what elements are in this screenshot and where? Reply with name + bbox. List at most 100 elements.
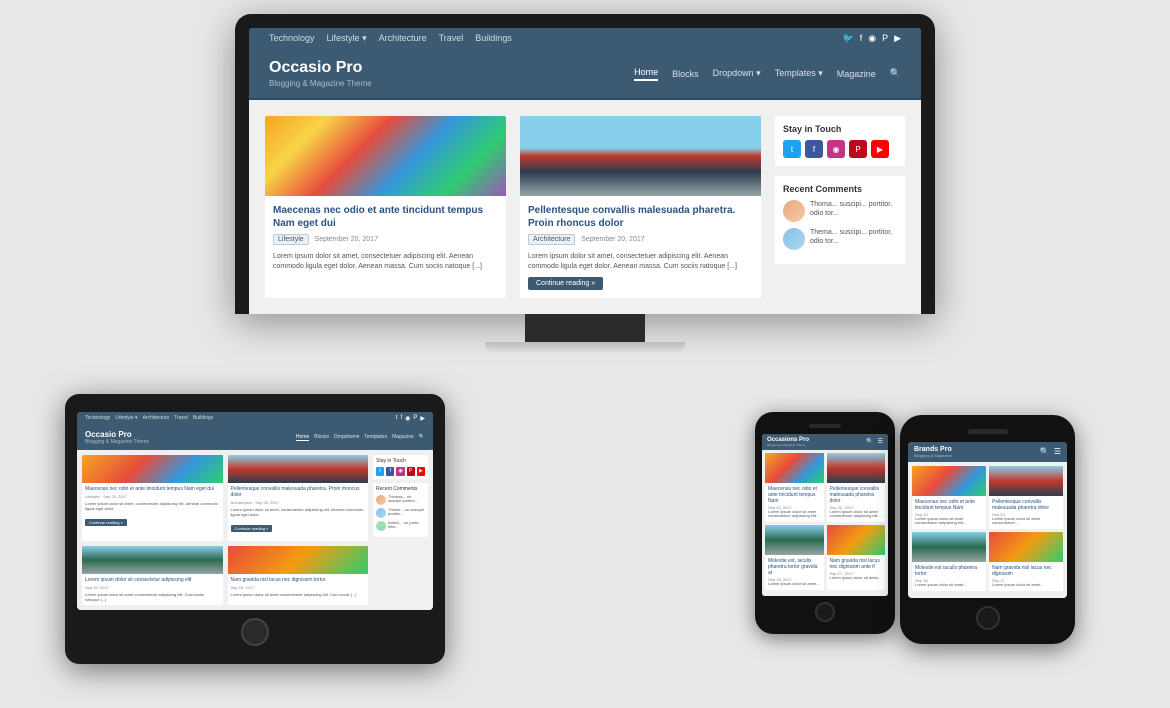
inner-phone-search: 🔍	[866, 438, 873, 445]
t-soc-pin: P	[407, 467, 415, 476]
comment-text-1: Thoma... suscipi... portitor, odio tor..…	[810, 200, 897, 218]
tablet-logo: Occasio Pro	[85, 430, 149, 439]
phone-card-4-text: Lorem ipsum dolor sit amet...	[992, 583, 1060, 588]
tablet-card-3: Lorem ipsum dolor sit consectetur adipis…	[82, 546, 223, 605]
inner-phone-img-4	[827, 525, 886, 555]
pinterest-icon[interactable]: P	[882, 33, 888, 44]
inner-phone-card-1: Maecenas nec odio et ante tincidunt temp…	[765, 453, 824, 523]
topbar-nav-item[interactable]: Travel	[439, 33, 464, 44]
article-2-body: Pellentesque convallis malesuada pharetr…	[520, 196, 761, 298]
phone-card-1: Maecenas nec odio et ante tincidunt temp…	[912, 466, 986, 530]
inner-phone-img-1	[765, 453, 824, 483]
nav-dropdown[interactable]: Dropdown ▾	[713, 68, 761, 79]
nav-templates[interactable]: Templates ▾	[775, 68, 823, 79]
nav-blocks[interactable]: Blocks	[672, 69, 699, 79]
read-more-btn-2[interactable]: Continue reading »	[528, 277, 603, 290]
monitor-screen: Technology Lifestyle ▾ Architecture Trav…	[249, 28, 921, 314]
topbar-nav-item[interactable]: Architecture	[379, 33, 427, 44]
site-logo: Occasio Pro Blogging & Magazine Theme	[269, 59, 372, 88]
topbar-nav-item[interactable]: Lifestyle ▾	[327, 33, 367, 44]
tablet-card-4-body: Nam gravida nisl lacus nec dignissim tor…	[228, 574, 369, 600]
tablet-nav-arch: Architecture	[143, 415, 170, 421]
phone-header-right: 🔍 ☰	[1040, 447, 1061, 456]
phone-card-2-text: Lorem ipsum dolor sit amet consectetuer.…	[992, 517, 1060, 527]
phone-search-icon[interactable]: 🔍	[1040, 447, 1050, 456]
youtube-icon[interactable]: ▶	[894, 33, 901, 44]
tablet-card-3-title: Lorem ipsum dolor sit consectetur adipis…	[85, 577, 220, 583]
article-2-title: Pellentesque convallis malesuada pharetr…	[528, 204, 753, 230]
inner-phone-card-2: Pellentesque convallis malesuada pharetr…	[827, 453, 886, 523]
phone-card-4-img	[989, 532, 1063, 562]
tablet-main-nav: Home Blocks Dropdown▾ Templates Magazine…	[296, 434, 425, 441]
inner-phone-screen: Occasions Pro Blogging & Magazine Theme …	[762, 434, 888, 596]
phone-logo: Brands Pro	[914, 446, 952, 453]
youtube-btn[interactable]: ▶	[871, 140, 889, 158]
stay-in-touch-widget: Stay in Touch t f ◉ P ▶	[775, 116, 905, 166]
tablet-main-row2: Lorem ipsum dolor sit consectetur adipis…	[82, 546, 368, 605]
article-1-meta: Lifestyle September 20, 2017	[273, 234, 498, 248]
phone-card-3-img	[912, 532, 986, 562]
recent-comments-widget: Recent Comments Thoma... suscipi... port…	[775, 176, 905, 264]
t-pin: P	[413, 415, 417, 422]
instagram-icon[interactable]: ◉	[868, 33, 876, 44]
phone-device: Brands Pro Blogging & Magazine 🔍 ☰ Maece…	[900, 415, 1075, 644]
topbar-nav-item[interactable]: Buildings	[475, 33, 512, 44]
inner-phone-img-3	[765, 525, 824, 555]
tablet-card-1-body: Maecenas nec odio et ante tincidunt temp…	[82, 483, 223, 532]
article-1-excerpt: Lorem ipsum dolor sit amet, consectetuer…	[273, 252, 498, 272]
phone-card-1-title: Maecenas nec odio et ante tincidunt temp…	[915, 499, 983, 511]
monitor-frame: Technology Lifestyle ▾ Architecture Trav…	[235, 14, 935, 314]
phone-row-1: Maecenas nec odio et ante tincidunt temp…	[912, 466, 1063, 530]
tablet-card-1-meta: Lifestyle · Sep 20, 2017	[85, 494, 220, 499]
tablet-card-3-meta: Sep 20, 2017	[85, 585, 220, 590]
inner-phone-home-button[interactable]	[815, 602, 835, 622]
tablet-site-header: Occasio Pro Blogging & Magazine Theme Ho…	[77, 425, 433, 450]
facebook-icon[interactable]: f	[860, 33, 863, 44]
phone-card-1-text: Lorem ipsum dolor sit amet consectetuer …	[915, 517, 983, 527]
inner-phone-card-2-text: Lorem ipsum dolor sit amet consectetuer …	[830, 510, 883, 520]
phone-menu-icon[interactable]: ☰	[1054, 447, 1061, 456]
facebook-btn[interactable]: f	[805, 140, 823, 158]
site-header: Occasio Pro Blogging & Magazine Theme Ho…	[249, 49, 921, 100]
tablet-rc-title: Recent Comments	[376, 486, 425, 492]
tablet-card-4: Nam gravida nisl lacus nec dignissim tor…	[228, 546, 369, 605]
tablet-home-button[interactable]	[241, 618, 269, 646]
tablet-screen: Technology Lifestyle ▾ Architecture Trav…	[77, 412, 433, 610]
article-1-tag[interactable]: Lifestyle	[273, 234, 309, 245]
search-icon[interactable]: 🔍	[890, 68, 901, 79]
tablet-avatar-3	[376, 521, 386, 531]
t-twitter: t	[396, 415, 398, 422]
inner-phone-card-4-text: Lorem ipsum dolor sit amet...	[830, 576, 883, 581]
tablet-comment-text-1: Thomas... on suscipit portitor...	[388, 495, 425, 505]
inner-phone-card-3-title: Molestie est, iaculis pharetra tortor gr…	[768, 558, 821, 576]
phone-logo-area: Brands Pro Blogging & Magazine	[914, 446, 952, 458]
tablet-content-row2: Lorem ipsum dolor sit consectetur adipis…	[77, 546, 433, 610]
site-main-nav: Home Blocks Dropdown ▾ Templates ▾ Magaz…	[634, 67, 901, 81]
phone-tagline: Blogging & Magazine	[914, 453, 952, 458]
instagram-btn[interactable]: ◉	[827, 140, 845, 158]
twitter-btn[interactable]: t	[783, 140, 801, 158]
tablet-card-1-title: Maecenas nec odio et ante tincidunt temp…	[85, 486, 220, 492]
inner-phone-card-4-title: Nam gravida nisl lacus nec dignissim ant…	[830, 558, 883, 570]
tablet-card-4-title: Nam gravida nisl lacus nec dignissim tor…	[231, 577, 366, 583]
topbar-nav-item[interactable]: Technology	[269, 33, 315, 44]
article-2-tag[interactable]: Architecture	[528, 234, 575, 245]
article-2-excerpt: Lorem ipsum dolor sit amet, consectetuer…	[528, 252, 753, 272]
twitter-icon[interactable]: 🐦	[842, 33, 853, 44]
phone-card-4: Nam gravida nisl lacus nec dignissim Sep…	[989, 532, 1063, 591]
pinterest-btn[interactable]: P	[849, 140, 867, 158]
comment-item-2: Thema... suscipi... portitor, odio tor..…	[783, 228, 897, 250]
nav-home[interactable]: Home	[634, 67, 658, 81]
topbar-nav: Technology Lifestyle ▾ Architecture Trav…	[269, 33, 512, 44]
tablet-img-1	[82, 455, 223, 483]
nav-magazine[interactable]: Magazine	[837, 69, 876, 79]
tablet-sidebar-placeholder	[373, 546, 428, 605]
tablet-nav-life: Lifestyle ▾	[115, 415, 137, 421]
inner-phone-content: Maecenas nec odio et ante tincidunt temp…	[762, 450, 888, 596]
tablet-read-more-2[interactable]: Continue reading »	[231, 525, 273, 532]
article-card-1: Maecenas nec odio et ante tincidunt temp…	[265, 116, 506, 298]
tablet-comment-3: Admin... on porta felis...	[376, 521, 425, 531]
phone-card-2-img	[989, 466, 1063, 496]
phone-home-button[interactable]	[976, 606, 1000, 630]
tablet-read-more-1[interactable]: Continue reading »	[85, 519, 127, 526]
